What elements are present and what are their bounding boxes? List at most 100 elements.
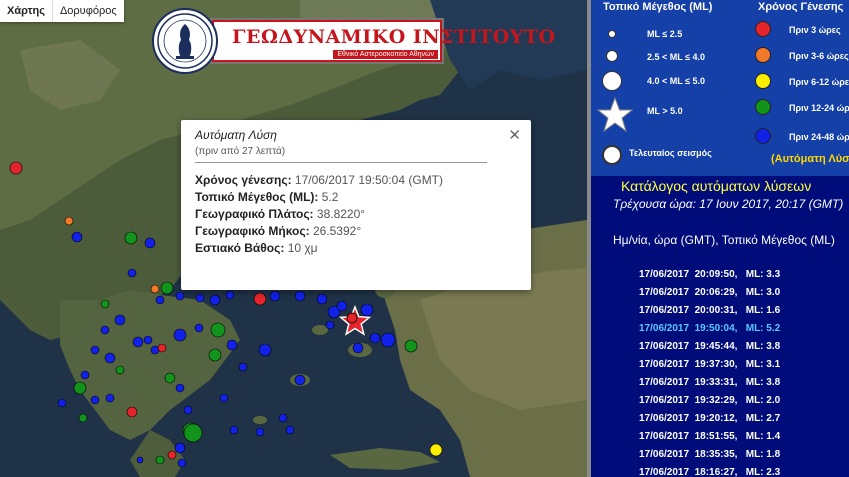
earthquake-marker[interactable] [177, 458, 187, 468]
earthquake-marker[interactable] [294, 290, 306, 302]
catalog-item[interactable]: 17/06/2017 19:20:12, ML: 2.7 [639, 410, 780, 428]
earthquake-marker[interactable] [124, 231, 138, 245]
event-info-window: ✕ Αυτόματη Λύση (πριν από 27 λεπτά) Χρόν… [181, 120, 531, 290]
earthquake-marker[interactable] [253, 292, 267, 306]
earthquake-marker[interactable] [167, 450, 177, 460]
catalog-item[interactable]: 17/06/2017 18:35:35, ML: 1.8 [639, 446, 780, 464]
earthquake-marker[interactable] [127, 268, 137, 278]
map-view[interactable]: Χάρτης Δορυφόρος ΓΕΩΔΥΝΑΜΙΚΟ ΙΝΣΤΙΤΟΥΤΟ … [0, 0, 587, 477]
map-type-map-button[interactable]: Χάρτης [0, 0, 52, 22]
earthquake-marker[interactable] [100, 325, 110, 335]
earthquake-marker[interactable] [144, 237, 156, 249]
info-label: Γεωγραφικό Πλάτος: [195, 207, 314, 221]
catalog-item[interactable]: 17/06/2017 20:06:29, ML: 3.0 [639, 284, 780, 302]
earthquake-marker[interactable] [285, 425, 295, 435]
info-magnitude: Τοπικό Μέγεθος (ML): 5.2 [195, 189, 517, 206]
info-value: 5.2 [321, 190, 339, 204]
earthquake-marker[interactable] [369, 332, 381, 344]
earthquake-marker[interactable] [352, 342, 364, 354]
earthquake-marker[interactable] [71, 231, 83, 243]
earthquake-marker[interactable] [209, 294, 221, 306]
earthquake-marker[interactable] [157, 343, 167, 353]
earthquake-marker[interactable] [173, 328, 187, 342]
legend-size-row: 4.0 < ML ≤ 5.0 [647, 76, 706, 86]
earthquake-marker[interactable] [269, 290, 281, 302]
earthquake-marker[interactable] [195, 293, 205, 303]
earthquake-marker[interactable] [9, 161, 23, 175]
earthquake-marker[interactable] [100, 299, 110, 309]
legend-size-row: Τελευταίος σεισμός [629, 148, 712, 158]
earthquake-marker[interactable] [64, 216, 74, 226]
color-blue-icon [755, 128, 771, 144]
info-value: 17/06/2017 19:50:04 (GMT) [294, 173, 444, 187]
earthquake-marker[interactable] [255, 427, 265, 437]
earthquake-marker[interactable] [316, 293, 328, 305]
earthquake-marker[interactable] [57, 398, 67, 408]
catalog-item[interactable]: 17/06/2017 20:00:31, ML: 1.6 [639, 302, 780, 320]
earthquake-marker[interactable] [238, 362, 248, 372]
close-icon[interactable]: ✕ [508, 126, 521, 144]
earthquake-marker[interactable] [114, 314, 126, 326]
legend-time-row: Πριν 12-24 ώρες [789, 103, 849, 113]
earthquake-marker[interactable] [115, 365, 125, 375]
earthquake-marker[interactable] [336, 300, 348, 312]
side-panel: Τοπικό Μέγεθος (ML) Χρόνος Γένεσης ML ≤ … [587, 0, 849, 477]
earthquake-marker[interactable] [73, 381, 87, 395]
earthquake-marker[interactable] [80, 370, 90, 380]
earthquake-marker[interactable] [174, 442, 186, 454]
earthquake-marker[interactable] [143, 335, 153, 345]
earthquake-marker[interactable] [226, 339, 238, 351]
size-circle-medium-icon [606, 50, 618, 62]
earthquake-marker[interactable] [90, 345, 100, 355]
earthquake-marker[interactable] [229, 425, 239, 435]
earthquake-marker[interactable] [208, 348, 222, 362]
app-window: Χάρτης Δορυφόρος ΓΕΩΔΥΝΑΜΙΚΟ ΙΝΣΤΙΤΟΥΤΟ … [0, 0, 849, 477]
earthquake-marker[interactable] [136, 456, 144, 464]
earthquake-marker[interactable] [126, 406, 138, 418]
earthquake-marker[interactable] [360, 303, 374, 317]
catalog-item[interactable]: 17/06/2017 18:51:55, ML: 1.4 [639, 428, 780, 446]
legend: Τοπικό Μέγεθος (ML) Χρόνος Γένεσης ML ≤ … [591, 0, 849, 176]
earthquake-marker[interactable] [183, 405, 193, 415]
earthquake-marker[interactable] [429, 443, 443, 457]
earthquake-marker[interactable] [294, 374, 306, 386]
selected-event-marker[interactable] [346, 312, 358, 324]
logo-banner: ΓΕΩΔΥΝΑΜΙΚΟ ΙΝΣΤΙΤΟΥΤΟ Εθνικό Αστεροσκοπ… [212, 20, 555, 62]
info-value: 26.5392° [312, 224, 362, 238]
earthquake-marker[interactable] [155, 295, 165, 305]
earthquake-marker[interactable] [258, 343, 272, 357]
color-orange-icon [755, 47, 771, 63]
earthquake-marker[interactable] [175, 291, 185, 301]
earthquake-marker[interactable] [150, 284, 160, 294]
earthquake-marker[interactable] [278, 413, 288, 423]
earthquake-marker[interactable] [404, 339, 418, 353]
legend-time-row: Πριν 3-6 ώρες [789, 51, 849, 61]
earthquake-marker[interactable] [105, 393, 115, 403]
info-divider [195, 162, 487, 163]
earthquake-marker[interactable] [210, 322, 226, 338]
earthquake-marker[interactable] [175, 383, 185, 393]
catalog-item[interactable]: 17/06/2017 19:50:04, ML: 5.2 [639, 320, 780, 338]
earthquake-marker[interactable] [78, 413, 88, 423]
earthquake-marker[interactable] [183, 423, 203, 443]
logo-title: ΓΕΩΔΥΝΑΜΙΚΟ ΙΝΣΤΙΤΟΥΤΟ [232, 26, 556, 48]
earthquake-marker[interactable] [160, 281, 174, 295]
catalog-item[interactable]: 17/06/2017 19:32:29, ML: 2.0 [639, 392, 780, 410]
earthquake-marker[interactable] [132, 336, 144, 348]
earthquake-marker[interactable] [155, 455, 165, 465]
catalog-item[interactable]: 17/06/2017 19:45:44, ML: 3.8 [639, 338, 780, 356]
catalog-item[interactable]: 17/06/2017 18:16:27, ML: 2.3 [639, 464, 780, 477]
earthquake-marker[interactable] [219, 393, 229, 403]
catalog-item[interactable]: 17/06/2017 20:09:50, ML: 3.3 [639, 266, 780, 284]
earthquake-marker[interactable] [380, 332, 396, 348]
earthquake-marker[interactable] [194, 323, 204, 333]
info-latitude: Γεωγραφικό Πλάτος: 38.8220° [195, 206, 517, 223]
catalog-item[interactable]: 17/06/2017 19:37:30, ML: 3.1 [639, 356, 780, 374]
earthquake-marker[interactable] [90, 395, 100, 405]
earthquake-marker[interactable] [325, 320, 335, 330]
earthquake-marker[interactable] [164, 372, 176, 384]
earthquake-marker[interactable] [104, 352, 116, 364]
earthquake-marker[interactable] [225, 290, 235, 300]
map-type-satellite-button[interactable]: Δορυφόρος [53, 0, 124, 22]
catalog-item[interactable]: 17/06/2017 19:33:31, ML: 3.8 [639, 374, 780, 392]
